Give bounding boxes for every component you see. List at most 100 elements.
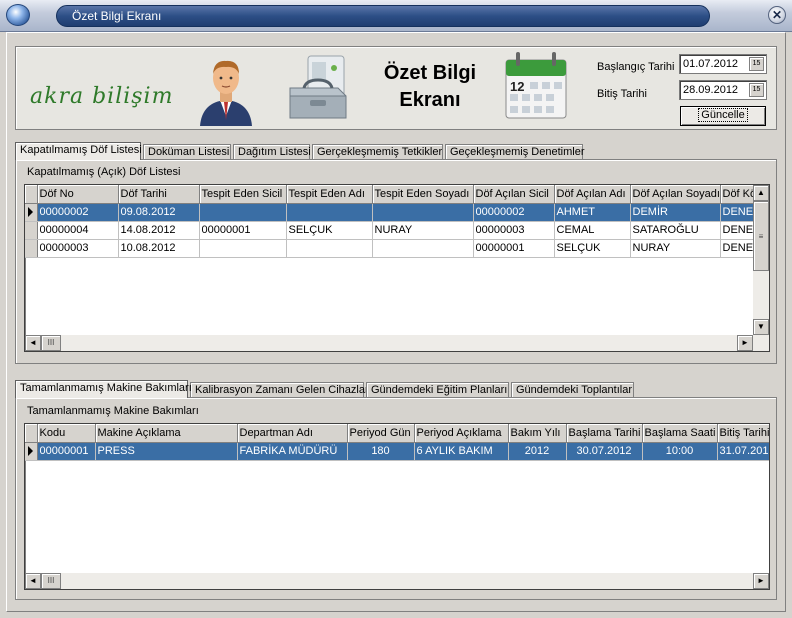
row-indicator xyxy=(25,221,38,240)
scroll-left-button[interactable]: ◄ xyxy=(25,573,41,589)
toolbox-icon xyxy=(289,55,347,119)
table-row[interactable]: 00000003 10.08.2012 00000001 SELÇUK NURA… xyxy=(25,239,769,258)
company-logo: akra bilişim xyxy=(30,84,174,109)
vertical-scroll-thumb[interactable]: ≡ xyxy=(753,201,769,271)
column-header[interactable]: Periyod Açıklama xyxy=(414,424,509,443)
maintenance-grid[interactable]: Kodu Makine Açıklama Departman Adı Periy… xyxy=(24,423,770,590)
table-row[interactable]: 00000002 09.08.2012 00000002 AHMET DEMİR… xyxy=(25,203,769,222)
page-title: Özet Bilgi Ekranı xyxy=(366,60,494,114)
scroll-right-button[interactable]: ► xyxy=(737,335,753,351)
table-cell[interactable]: 00000003 xyxy=(37,239,119,258)
maintenance-grid-header: Kodu Makine Açıklama Departman Adı Periy… xyxy=(25,424,769,443)
title-bar: Özet Bilgi Ekranı ✕ xyxy=(0,0,792,32)
table-cell[interactable] xyxy=(199,239,287,258)
tab-calibration-due[interactable]: Kalibrasyon Zamanı Gelen Cihazlar xyxy=(190,382,369,398)
end-date-picker-button[interactable]: 15 xyxy=(749,83,764,97)
maintenance-horizontal-scrollbar[interactable]: ◄ III ► xyxy=(25,573,769,589)
column-header[interactable]: Döf No xyxy=(37,185,119,204)
start-date-picker-button[interactable]: 15 xyxy=(749,57,764,71)
scroll-down-button[interactable]: ▼ xyxy=(753,319,769,335)
close-button[interactable]: ✕ xyxy=(768,6,786,24)
column-header[interactable]: Departman Adı xyxy=(237,424,348,443)
row-pointer-icon xyxy=(28,446,33,456)
table-cell[interactable]: PRESS xyxy=(95,442,238,461)
table-cell[interactable]: 31.07.201 xyxy=(717,442,769,461)
column-header[interactable]: Başlama Tarihi xyxy=(566,424,643,443)
column-header[interactable]: Bakım Yılı xyxy=(508,424,567,443)
table-cell[interactable]: 00000001 xyxy=(473,239,555,258)
table-cell[interactable] xyxy=(286,203,373,222)
table-cell[interactable]: NURAY xyxy=(630,239,721,258)
update-button-label: Güncelle xyxy=(698,108,748,122)
column-header[interactable]: Kodu xyxy=(37,424,96,443)
end-date-field[interactable]: 28.09.2012 15 xyxy=(679,80,767,100)
column-header[interactable]: Döf Açılan Soyadı xyxy=(630,185,721,204)
column-header[interactable]: Makine Açıklama xyxy=(95,424,238,443)
table-cell[interactable]: SELÇUK xyxy=(554,239,631,258)
column-header[interactable]: Döf Tarihi xyxy=(118,185,200,204)
table-cell[interactable]: 14.08.2012 xyxy=(118,221,200,240)
dof-panel-caption: Kapatılmamış (Açık) Döf Listesi xyxy=(27,166,181,178)
table-cell[interactable]: 10.08.2012 xyxy=(118,239,200,258)
horizontal-scroll-thumb[interactable]: III xyxy=(41,573,61,589)
table-cell[interactable]: 180 xyxy=(347,442,415,461)
tab-meetings[interactable]: Gündemdeki Toplantılar xyxy=(511,382,634,398)
start-date-label: Başlangıç Tarihi xyxy=(597,61,675,73)
table-cell[interactable] xyxy=(372,239,474,258)
table-row[interactable]: 00000001 PRESS FABRİKA MÜDÜRÜ 180 6 AYLI… xyxy=(25,442,769,461)
column-header[interactable]: Tespit Eden Sicil xyxy=(199,185,287,204)
window-title: Özet Bilgi Ekranı xyxy=(72,9,162,23)
column-header[interactable]: Bitiş Tarihi xyxy=(717,424,769,443)
row-indicator-header xyxy=(25,185,38,204)
table-cell[interactable]: 30.07.2012 xyxy=(566,442,643,461)
column-header[interactable]: Periyod Gün xyxy=(347,424,415,443)
table-cell[interactable]: 00000002 xyxy=(37,203,119,222)
table-cell[interactable]: 00000003 xyxy=(473,221,555,240)
column-header[interactable]: Döf Açılan Adı xyxy=(554,185,631,204)
table-cell[interactable]: AHMET xyxy=(554,203,631,222)
row-pointer-icon xyxy=(28,207,33,217)
table-cell[interactable]: NURAY xyxy=(372,221,474,240)
update-button[interactable]: Güncelle xyxy=(680,106,766,126)
tab-distribution-list[interactable]: Dağıtım Listesi xyxy=(233,144,311,160)
table-cell[interactable]: CEMAL xyxy=(554,221,631,240)
table-cell[interactable] xyxy=(286,239,373,258)
table-cell[interactable]: 6 AYLIK BAKIM xyxy=(414,442,509,461)
scroll-right-button[interactable]: ► xyxy=(753,573,769,589)
table-cell[interactable]: DEMİR xyxy=(630,203,721,222)
tab-document-list[interactable]: Doküman Listesi xyxy=(143,144,231,160)
table-cell[interactable] xyxy=(199,203,287,222)
table-cell[interactable] xyxy=(372,203,474,222)
table-cell[interactable]: 2012 xyxy=(508,442,567,461)
table-cell[interactable]: 00000002 xyxy=(473,203,555,222)
tab-pending-audits[interactable]: Gerçekleşmemiş Tetkikler xyxy=(312,144,443,160)
user-avatar-icon xyxy=(200,60,252,126)
dof-horizontal-scrollbar[interactable]: ◄ III ► xyxy=(25,335,769,351)
table-cell[interactable]: 10:00 xyxy=(642,442,718,461)
table-cell[interactable]: 09.08.2012 xyxy=(118,203,200,222)
table-cell[interactable]: 00000004 xyxy=(37,221,119,240)
table-cell[interactable]: FABRİKA MÜDÜRÜ xyxy=(237,442,348,461)
top-tab-strip: Kapatılmamış Döf Listesi Doküman Listesi… xyxy=(15,142,777,160)
app-globe-icon[interactable] xyxy=(6,4,30,26)
tab-machine-maintenance[interactable]: Tamamlanmamış Makine Bakımları xyxy=(15,380,192,398)
table-cell[interactable]: SATAROĞLU xyxy=(630,221,721,240)
scroll-up-button[interactable]: ▲ xyxy=(753,185,769,201)
table-cell[interactable]: 00000001 xyxy=(37,442,96,461)
horizontal-scroll-thumb[interactable]: III xyxy=(41,335,61,351)
dof-grid[interactable]: Döf No Döf Tarihi Tespit Eden Sicil Tesp… xyxy=(24,184,770,352)
column-header[interactable]: Döf Açılan Sicil xyxy=(473,185,555,204)
table-cell[interactable]: 00000001 xyxy=(199,221,287,240)
column-header[interactable]: Tespit Eden Adı xyxy=(286,185,373,204)
tab-dof-list[interactable]: Kapatılmamış Döf Listesi xyxy=(15,142,142,160)
scroll-left-button[interactable]: ◄ xyxy=(25,335,41,351)
column-header[interactable]: Tespit Eden Soyadı xyxy=(372,185,474,204)
tab-training-plans[interactable]: Gündemdeki Eğitim Planları xyxy=(366,382,509,398)
table-cell[interactable]: SELÇUK xyxy=(286,221,373,240)
tab-pending-inspections[interactable]: Geçekleşmemiş Denetimler xyxy=(445,144,584,160)
dof-vertical-scrollbar[interactable]: ▲ ≡ ▼ xyxy=(753,185,769,335)
column-header[interactable]: Başlama Saati xyxy=(642,424,718,443)
start-date-field[interactable]: 01.07.2012 15 xyxy=(679,54,767,74)
calendar-icon: 12 xyxy=(505,52,567,119)
table-row[interactable]: 00000004 14.08.2012 00000001 SELÇUK NURA… xyxy=(25,221,769,240)
